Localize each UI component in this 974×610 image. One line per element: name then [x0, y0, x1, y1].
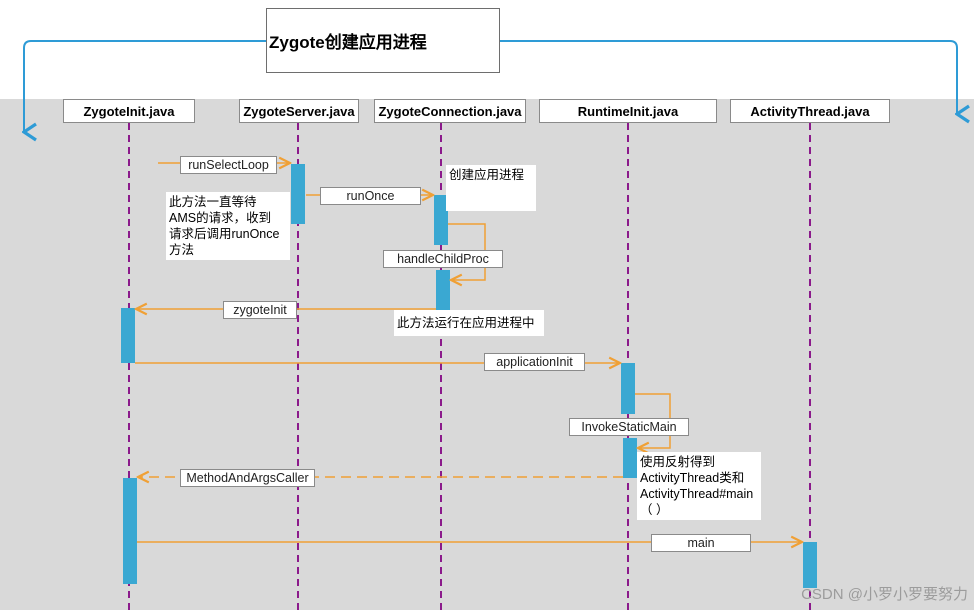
- activation-zygoteinit-2: [123, 478, 137, 584]
- lifeline-header-activitythread: ActivityThread.java: [730, 99, 890, 123]
- message-handlechildproc: handleChildProc: [383, 250, 503, 268]
- activation-zygoteconnection-2: [436, 270, 450, 310]
- note-create-process: 创建应用进程: [446, 165, 536, 211]
- activation-zygoteserver: [291, 164, 305, 224]
- activation-runtimeinit-2: [623, 438, 637, 478]
- message-applicationinit: applicationInit: [484, 353, 585, 371]
- lifeline-header-runtimeinit: RuntimeInit.java: [539, 99, 717, 123]
- activation-zygoteinit-1: [121, 308, 135, 363]
- lifeline-header-zygoteserver: ZygoteServer.java: [239, 99, 359, 123]
- message-runonce: runOnce: [320, 187, 421, 205]
- activation-runtimeinit-1: [621, 363, 635, 414]
- activation-activitythread: [803, 542, 817, 588]
- message-methodandargscaller: MethodAndArgsCaller: [180, 469, 315, 487]
- message-main: main: [651, 534, 751, 552]
- diagram-graphics: [0, 40, 974, 610]
- message-zygoteinit: zygoteInit: [223, 301, 297, 319]
- diagram-title: Zygote创建应用进程: [266, 8, 500, 73]
- sequence-diagram: Zygote创建应用进程 ZygoteInit.java ZygoteServe…: [0, 0, 974, 610]
- note-wait-ams: 此方法一直等待 AMS的请求，收到 请求后调用runOnce 方法: [166, 192, 290, 260]
- watermark: CSDN @小罗小罗要努力: [801, 586, 968, 603]
- message-runselectloop: runSelectLoop: [180, 156, 277, 174]
- note-reflection: 使用反射得到 ActivityThread类和 ActivityThread#m…: [637, 452, 761, 520]
- lifeline-header-zygoteinit: ZygoteInit.java: [63, 99, 195, 123]
- message-invokestaticmain: InvokeStaticMain: [569, 418, 689, 436]
- note-runs-in-app: 此方法运行在应用进程中: [394, 310, 544, 336]
- lifeline-header-zygoteconnection: ZygoteConnection.java: [374, 99, 526, 123]
